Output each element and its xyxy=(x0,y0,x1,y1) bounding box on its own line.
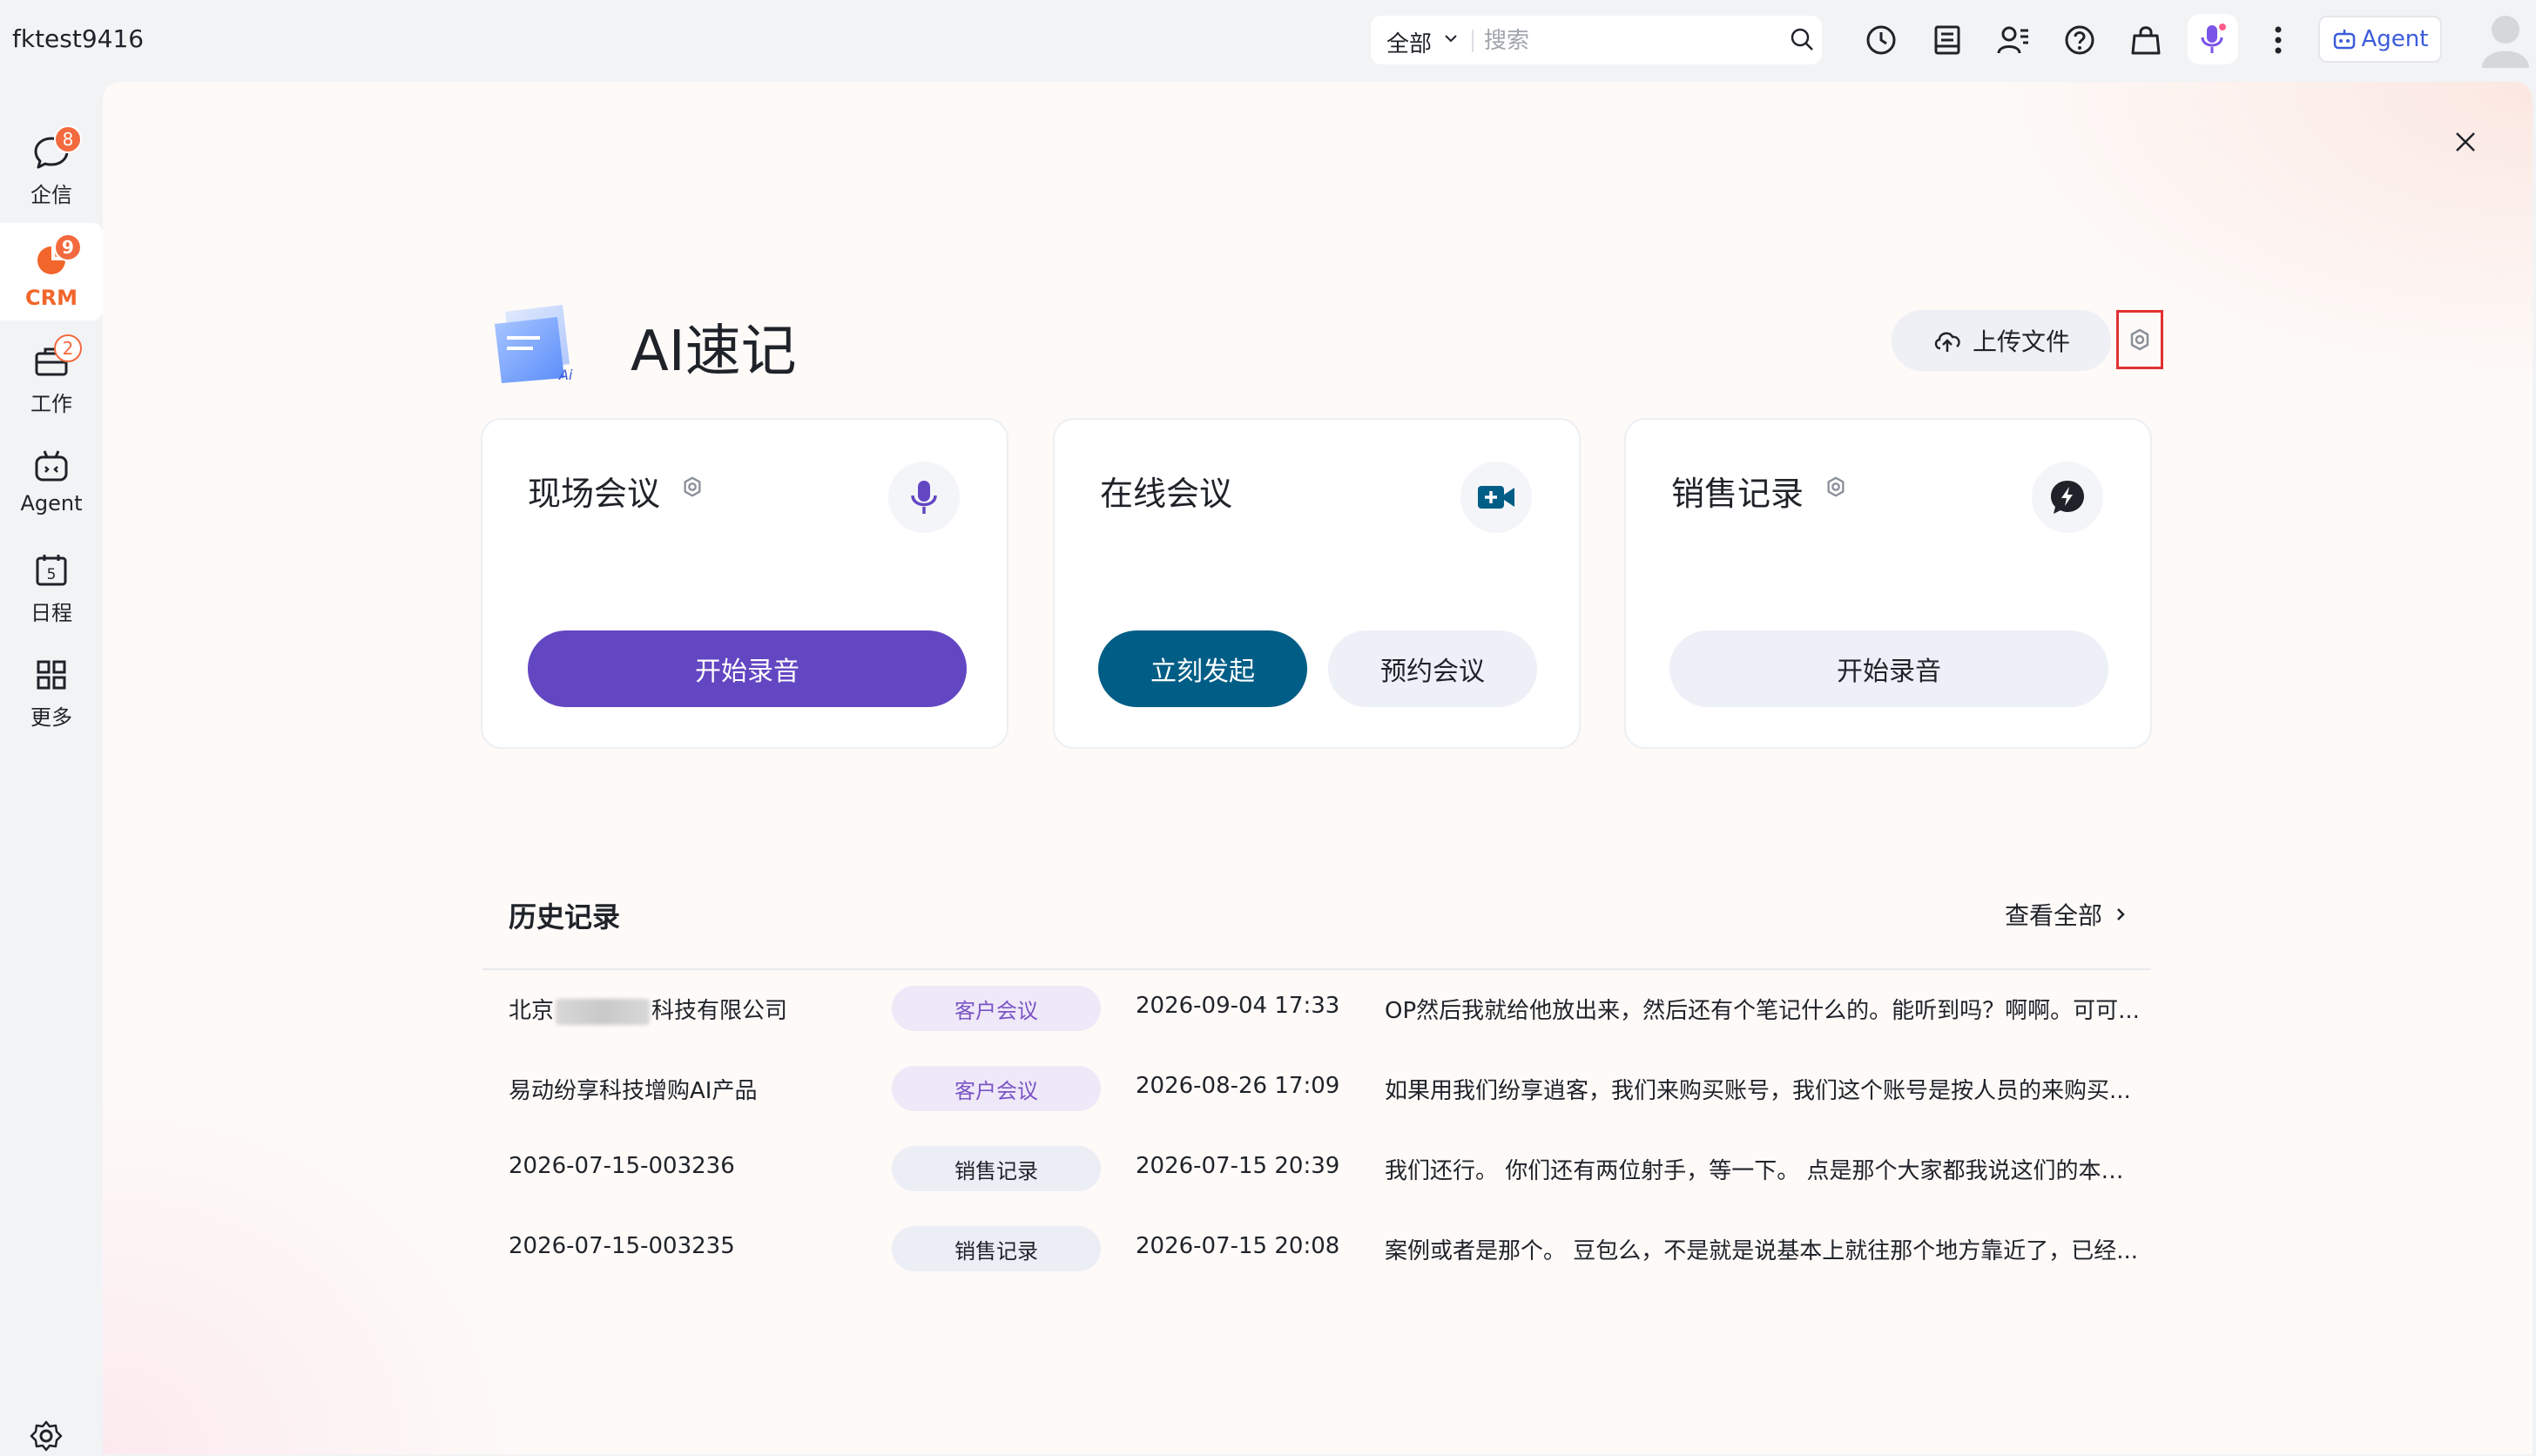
sidebar-item-agent[interactable]: Agent xyxy=(0,428,103,526)
history-row[interactable]: 北京 科技有限公司 客户会议 2026-09-04 17:33 OP然后我就给他放… xyxy=(482,968,2151,1048)
card-title: 在线会议 xyxy=(1100,475,1233,513)
view-all-link[interactable]: 查看全部 xyxy=(2005,897,2127,932)
start-now-button[interactable]: 立刻发起 xyxy=(1098,630,1307,707)
history-row-snippet: 案例或者是那个。 豆包么，不是就是说基本上就往那个地方靠近了，已经... xyxy=(1385,1238,2139,1264)
history-row-name: 北京 科技有限公司 xyxy=(509,993,787,1025)
sidebar-item-label: 企信 xyxy=(30,183,72,207)
help-icon[interactable] xyxy=(2059,19,2101,61)
calendar-day: 5 xyxy=(47,566,57,583)
schedule-meeting-button[interactable]: 预约会议 xyxy=(1328,630,1537,707)
upload-file-button[interactable]: 上传文件 xyxy=(1892,310,2111,371)
microphone-icon xyxy=(2201,24,2226,53)
sidebar-item-calendar[interactable]: 5 日程 xyxy=(0,533,103,630)
logo-mark: Ai xyxy=(558,367,573,383)
search-divider xyxy=(1472,30,1474,52)
card-title: 现场会议 xyxy=(528,475,661,513)
history-row-name: 2026-07-15-003235 xyxy=(509,1233,735,1259)
upload-file-label: 上传文件 xyxy=(1972,327,2070,356)
sidebar-item-work[interactable]: 2 工作 xyxy=(0,324,103,421)
unread-badge: 9 xyxy=(54,233,82,261)
history-row-tag: 客户会议 xyxy=(892,1066,1101,1111)
sidebar-item-label: CRM xyxy=(25,286,78,310)
history-row-name: 易动纷享科技增购AI产品 xyxy=(509,1078,758,1104)
more-vertical-icon[interactable] xyxy=(2257,19,2299,61)
agent-button[interactable]: Agent xyxy=(2318,16,2442,63)
onsite-meeting-card: 现场会议 开始录音 xyxy=(481,418,1008,749)
top-bar: fktest9416 全部 Agent xyxy=(0,0,2536,80)
settings-button[interactable] xyxy=(2116,310,2163,369)
history-row-name-suffix: 科技有限公司 xyxy=(651,998,788,1024)
history-row-time: 2026-09-04 17:33 xyxy=(1136,993,1340,1019)
history-row-snippet: 如果用我们纷享逍客，我们来购买账号，我们这个账号是按人员的来购买... xyxy=(1385,1078,2131,1104)
view-all-label: 查看全部 xyxy=(2005,901,2103,930)
sidebar-item-label: 工作 xyxy=(30,392,72,416)
chevron-right-icon xyxy=(2117,908,2125,920)
history-row-name: 2026-07-15-003236 xyxy=(509,1153,735,1179)
sidebar-item-label: 日程 xyxy=(30,601,72,625)
search-icon[interactable] xyxy=(1789,26,1815,56)
history-row-name-prefix: 北京 xyxy=(509,998,555,1024)
gear-icon xyxy=(2130,328,2149,351)
online-meeting-card: 在线会议 立刻发起 预约会议 xyxy=(1053,418,1581,749)
ai-notes-logo: Ai xyxy=(488,300,592,387)
gear-icon[interactable] xyxy=(30,1419,63,1456)
history-title: 历史记录 xyxy=(509,900,621,934)
start-recording-button[interactable]: 开始录音 xyxy=(528,630,967,707)
microphone-icon xyxy=(888,462,960,533)
sidebar-item-label: 更多 xyxy=(30,705,72,730)
sidebar-item-crm[interactable]: 9 CRM xyxy=(0,223,103,320)
history-clock-icon[interactable] xyxy=(1860,19,1902,61)
history-row[interactable]: 2026-07-15-003236 销售记录 2026-07-15 20:39 … xyxy=(482,1129,2151,1209)
chevron-down-icon[interactable] xyxy=(1442,30,1460,51)
sales-record-card: 销售记录 开始录音 xyxy=(1624,418,2152,749)
card-title: 销售记录 xyxy=(1671,475,1804,513)
video-camera-icon xyxy=(1460,462,1532,533)
robot-icon xyxy=(35,450,68,482)
page-title: AI速记 xyxy=(631,320,797,384)
start-recording-button[interactable]: 开始录音 xyxy=(1669,630,2108,707)
redacted-blur xyxy=(556,998,651,1025)
unread-badge: 8 xyxy=(54,125,82,153)
history-row-time: 2026-08-26 17:09 xyxy=(1136,1073,1340,1099)
bag-icon[interactable] xyxy=(2125,19,2167,61)
search-scope[interactable]: 全部 xyxy=(1386,26,1432,58)
history-row-time: 2026-07-15 20:08 xyxy=(1136,1233,1340,1259)
notes-icon[interactable] xyxy=(1926,19,1968,61)
history-row-snippet: 我们还行。 你们还有两位射手，等一下。 点是那个大家都我说这们的本次... xyxy=(1385,1158,2142,1184)
search-input[interactable] xyxy=(1482,23,1764,59)
grid-icon xyxy=(37,660,66,690)
user-name[interactable]: fktest9416 xyxy=(12,24,144,53)
history-row[interactable]: 易动纷享科技增购AI产品 客户会议 2026-08-26 17:09 如果用我们… xyxy=(482,1048,2151,1129)
sidebar-item-messages[interactable]: 8 企信 xyxy=(0,115,103,212)
history-row-tag: 销售记录 xyxy=(892,1146,1101,1191)
calendar-icon: 5 xyxy=(36,555,67,586)
lightning-chat-icon xyxy=(2032,462,2103,533)
unread-badge: 2 xyxy=(54,334,82,362)
close-icon[interactable] xyxy=(2452,129,2479,158)
sidebar-item-more[interactable]: 更多 xyxy=(0,637,103,735)
global-search[interactable]: 全部 xyxy=(1371,16,1822,64)
robot-icon xyxy=(2333,30,2355,50)
history-row-tag: 销售记录 xyxy=(892,1226,1101,1271)
sidebar-item-label: Agent xyxy=(20,491,83,516)
history-row-tag: 客户会议 xyxy=(892,986,1101,1031)
gear-icon[interactable] xyxy=(681,475,704,502)
cloud-upload-icon xyxy=(1934,332,1960,352)
agent-button-label: Agent xyxy=(2361,26,2429,52)
avatar[interactable] xyxy=(2480,10,2531,68)
history-row-time: 2026-07-15 20:39 xyxy=(1136,1153,1340,1179)
contacts-icon[interactable] xyxy=(1993,19,2034,61)
gear-icon[interactable] xyxy=(1824,475,1847,502)
history-row[interactable]: 2026-07-15-003235 销售记录 2026-07-15 20:08 … xyxy=(482,1209,2151,1289)
ai-voice-button[interactable] xyxy=(2188,14,2238,64)
history-row-snippet: OP然后我就给他放出来，然后还有个笔记什么的。能听到吗？啊啊。可可... xyxy=(1385,998,2140,1024)
